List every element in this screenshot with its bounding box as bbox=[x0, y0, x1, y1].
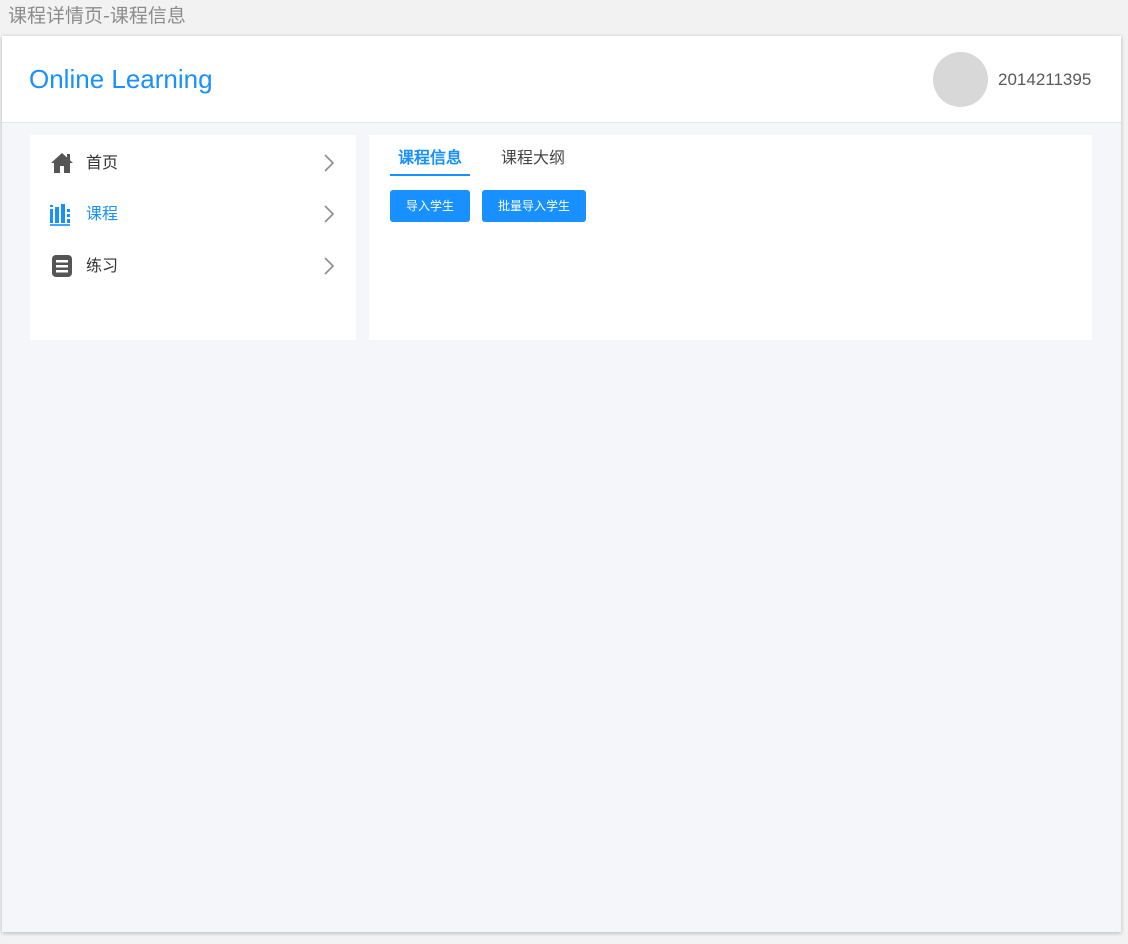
active-tab-indicator bbox=[390, 174, 470, 176]
import-students-button[interactable]: 导入学生 bbox=[390, 190, 470, 222]
sidebar-item-home[interactable]: 首页 bbox=[30, 143, 356, 183]
sidebar-item-label: 练习 bbox=[86, 256, 119, 275]
tab-course-outline[interactable]: 课程大纲 bbox=[491, 145, 575, 177]
sidebar-nav: 首页 课程 练习 bbox=[30, 135, 356, 340]
app-logo[interactable]: Online Learning bbox=[29, 63, 213, 95]
page-caption: 课程详情页-课程信息 bbox=[8, 5, 186, 27]
batch-import-students-button[interactable]: 批量导入学生 bbox=[482, 190, 586, 222]
chevron-right-icon bbox=[324, 154, 335, 172]
sidebar-item-label: 课程 bbox=[86, 204, 119, 223]
top-header: Online Learning 2014211395 bbox=[2, 36, 1121, 123]
sidebar-item-label: 首页 bbox=[86, 153, 119, 172]
tab-course-info[interactable]: 课程信息 bbox=[390, 145, 470, 177]
list-icon bbox=[52, 255, 72, 277]
avatar[interactable] bbox=[933, 52, 988, 107]
home-icon bbox=[51, 153, 73, 173]
sidebar-item-courses[interactable]: 课程 bbox=[30, 194, 356, 234]
app-window: Online Learning 2014211395 首页 课程 练习 课程信息… bbox=[2, 36, 1121, 932]
sidebar-item-exercises[interactable]: 练习 bbox=[30, 246, 356, 286]
user-id[interactable]: 2014211395 bbox=[998, 70, 1091, 90]
books-icon bbox=[50, 204, 70, 226]
chevron-right-icon bbox=[324, 257, 335, 275]
main-content: 课程信息 课程大纲 导入学生 批量导入学生 bbox=[369, 135, 1092, 340]
chevron-right-icon bbox=[324, 205, 335, 223]
